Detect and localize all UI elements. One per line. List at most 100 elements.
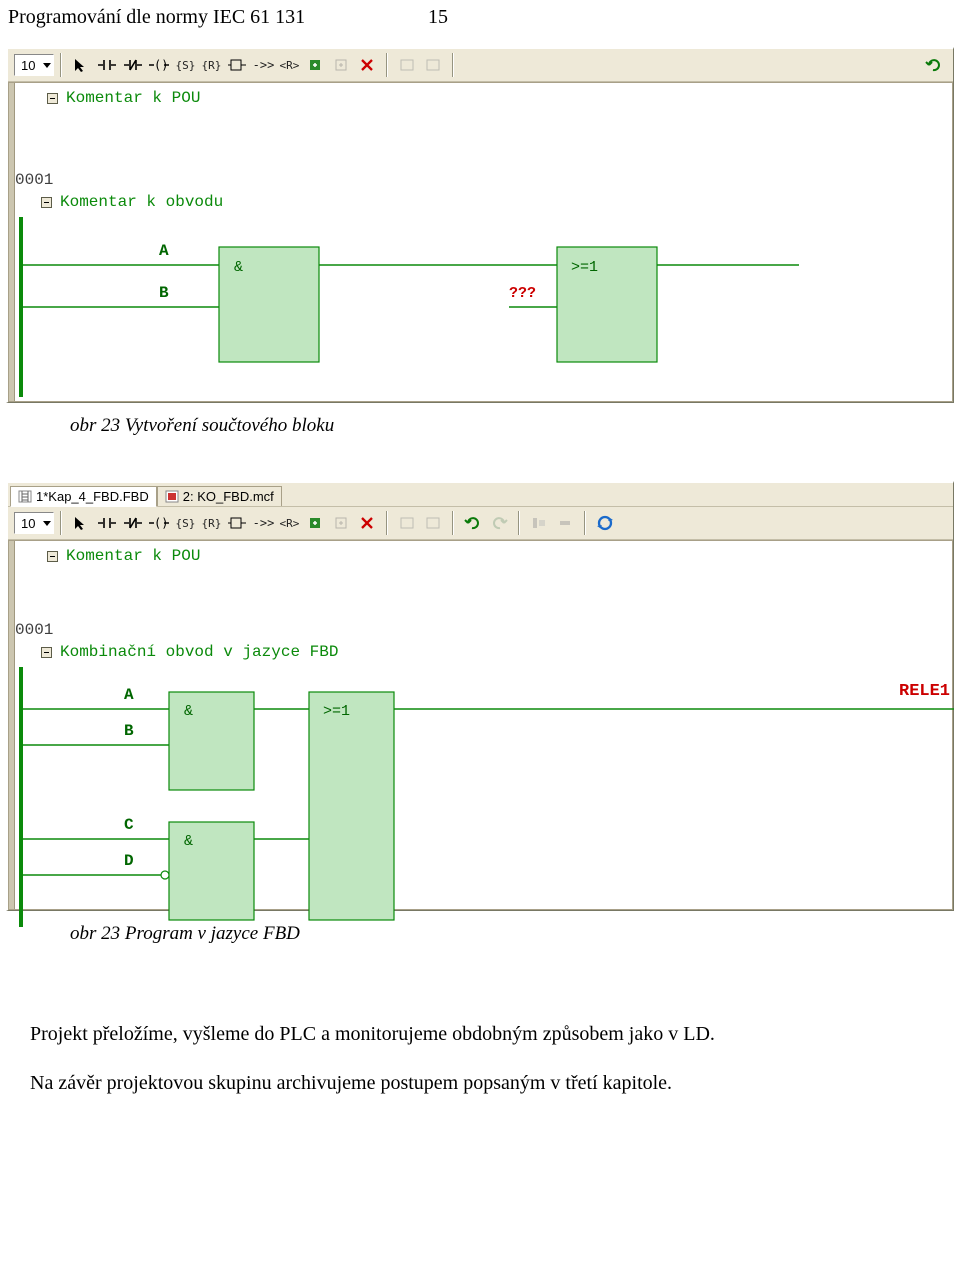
- pou-comment-row: Komentar k POU: [47, 89, 952, 107]
- block-and-1-label: &: [184, 703, 193, 720]
- pointer-icon[interactable]: [68, 511, 94, 535]
- collapse-button[interactable]: [41, 197, 52, 208]
- reset-coil-icon[interactable]: {R}: [198, 53, 224, 77]
- toolbar: 10 () {S} {R} ->> <R>: [8, 506, 953, 540]
- separator: [518, 511, 520, 535]
- gutter: [9, 541, 15, 909]
- paragraph-1: Projekt přeložíme, vyšleme do PLC a moni…: [30, 1021, 930, 1048]
- rung-comment: Kombinační obvod v jazyce FBD: [60, 643, 338, 661]
- tool-extra-b-icon[interactable]: [420, 511, 446, 535]
- ladder-file-icon: [18, 490, 32, 503]
- zoom-value: 10: [21, 58, 35, 73]
- tool-extra-a-icon[interactable]: [394, 511, 420, 535]
- pou-comment-row: Komentar k POU: [47, 547, 952, 565]
- fbd-diagram: & A B >=1 ???: [9, 217, 959, 397]
- set-coil-icon[interactable]: {S}: [172, 511, 198, 535]
- output-label: RELE1: [899, 682, 950, 701]
- config-file-icon: [165, 490, 179, 503]
- var-a-label: A: [124, 686, 134, 704]
- pou-comment: Komentar k POU: [66, 547, 200, 565]
- collapse-button[interactable]: [47, 551, 58, 562]
- box-icon[interactable]: [224, 53, 250, 77]
- var-c-label: C: [124, 816, 134, 834]
- toolbar: 10 () {S} {R} ->> <R>: [8, 49, 953, 82]
- separator: [60, 511, 62, 535]
- figure-2: 1*Kap_4_FBD.FBD 2: KO_FBD.mcf 10 () {S} …: [0, 477, 960, 913]
- figure-1: 10 () {S} {R} ->> <R> Komentar k POU 000…: [0, 43, 960, 405]
- tool-extra-a-icon[interactable]: [394, 53, 420, 77]
- jump-icon[interactable]: ->>: [250, 511, 276, 535]
- undo-icon[interactable]: [921, 53, 947, 77]
- block-delete-icon[interactable]: [354, 53, 380, 77]
- paragraph-2: Na závěr projektovou skupinu archivujeme…: [30, 1070, 930, 1097]
- block-or-label: >=1: [323, 703, 350, 720]
- figure-1-caption: obr 23 Vytvoření součtového bloku: [0, 405, 960, 477]
- align-left-icon[interactable]: [526, 511, 552, 535]
- collapse-button[interactable]: [47, 93, 58, 104]
- rung-comment-row: Kombinační obvod v jazyce FBD: [41, 643, 952, 661]
- fbd-canvas[interactable]: Komentar k POU 0001 Komentar k obvodu & …: [8, 82, 953, 402]
- body-text: Projekt přeložíme, vyšleme do PLC a moni…: [0, 985, 960, 1125]
- rung-comment-row: Komentar k obvodu: [41, 193, 952, 211]
- block-and-label: &: [234, 259, 243, 276]
- separator: [584, 511, 586, 535]
- rung-number: 0001: [15, 171, 952, 189]
- svg-text:(): (): [154, 516, 168, 530]
- zoom-select[interactable]: 10: [14, 54, 54, 76]
- return-icon[interactable]: <R>: [276, 511, 302, 535]
- page-number: 15: [428, 6, 448, 29]
- rung-number: 0001: [15, 621, 952, 639]
- block-insert-icon[interactable]: [328, 511, 354, 535]
- reset-coil-icon[interactable]: {R}: [198, 511, 224, 535]
- rebuild-icon[interactable]: [592, 511, 618, 535]
- rung-comment: Komentar k obvodu: [60, 193, 223, 211]
- block-new-icon[interactable]: [302, 511, 328, 535]
- tab-file-mcf[interactable]: 2: KO_FBD.mcf: [157, 486, 282, 506]
- fbd-editor-2: 1*Kap_4_FBD.FBD 2: KO_FBD.mcf 10 () {S} …: [6, 481, 954, 911]
- tab-label: 1*Kap_4_FBD.FBD: [36, 489, 149, 504]
- doc-title: Programování dle normy IEC 61 131: [8, 6, 428, 29]
- block-or-label: >=1: [571, 259, 598, 276]
- contact-nc-icon[interactable]: [120, 53, 146, 77]
- tool-extra-b-icon[interactable]: [420, 53, 446, 77]
- var-b-label: B: [124, 722, 134, 740]
- separator: [386, 53, 388, 77]
- contact-no-icon[interactable]: [94, 511, 120, 535]
- align-middle-icon[interactable]: [552, 511, 578, 535]
- return-icon[interactable]: <R>: [276, 53, 302, 77]
- var-a-label: A: [159, 242, 169, 260]
- chevron-down-icon: [43, 63, 51, 68]
- var-b-label: B: [159, 284, 169, 302]
- pointer-icon[interactable]: [68, 53, 94, 77]
- fbd-editor-1: 10 () {S} {R} ->> <R> Komentar k POU 000…: [6, 47, 954, 403]
- redo-icon[interactable]: [486, 511, 512, 535]
- fbd-canvas[interactable]: Komentar k POU 0001 Kombinační obvod v j…: [8, 540, 953, 910]
- page-header: Programování dle normy IEC 61 131 15: [0, 0, 960, 43]
- tab-label: 2: KO_FBD.mcf: [183, 489, 274, 504]
- block-new-icon[interactable]: [302, 53, 328, 77]
- coil-icon[interactable]: (): [146, 53, 172, 77]
- contact-nc-icon[interactable]: [120, 511, 146, 535]
- undo-icon[interactable]: [460, 511, 486, 535]
- tab-bar: 1*Kap_4_FBD.FBD 2: KO_FBD.mcf: [8, 483, 953, 506]
- var-d-label: D: [124, 852, 134, 870]
- chevron-down-icon: [43, 521, 51, 526]
- svg-text:(): (): [154, 58, 168, 72]
- gutter: [9, 83, 15, 401]
- block-insert-icon[interactable]: [328, 53, 354, 77]
- separator: [60, 53, 62, 77]
- missing-input: ???: [509, 285, 536, 302]
- set-coil-icon[interactable]: {S}: [172, 53, 198, 77]
- jump-icon[interactable]: ->>: [250, 53, 276, 77]
- contact-no-icon[interactable]: [94, 53, 120, 77]
- coil-icon[interactable]: (): [146, 511, 172, 535]
- box-icon[interactable]: [224, 511, 250, 535]
- separator: [452, 511, 454, 535]
- tab-file-fbd[interactable]: 1*Kap_4_FBD.FBD: [10, 486, 157, 507]
- separator: [452, 53, 454, 77]
- collapse-button[interactable]: [41, 647, 52, 658]
- zoom-select[interactable]: 10: [14, 512, 54, 534]
- fbd-diagram: & A B & C D >=1 RELE1: [9, 667, 959, 927]
- block-delete-icon[interactable]: [354, 511, 380, 535]
- zoom-value: 10: [21, 516, 35, 531]
